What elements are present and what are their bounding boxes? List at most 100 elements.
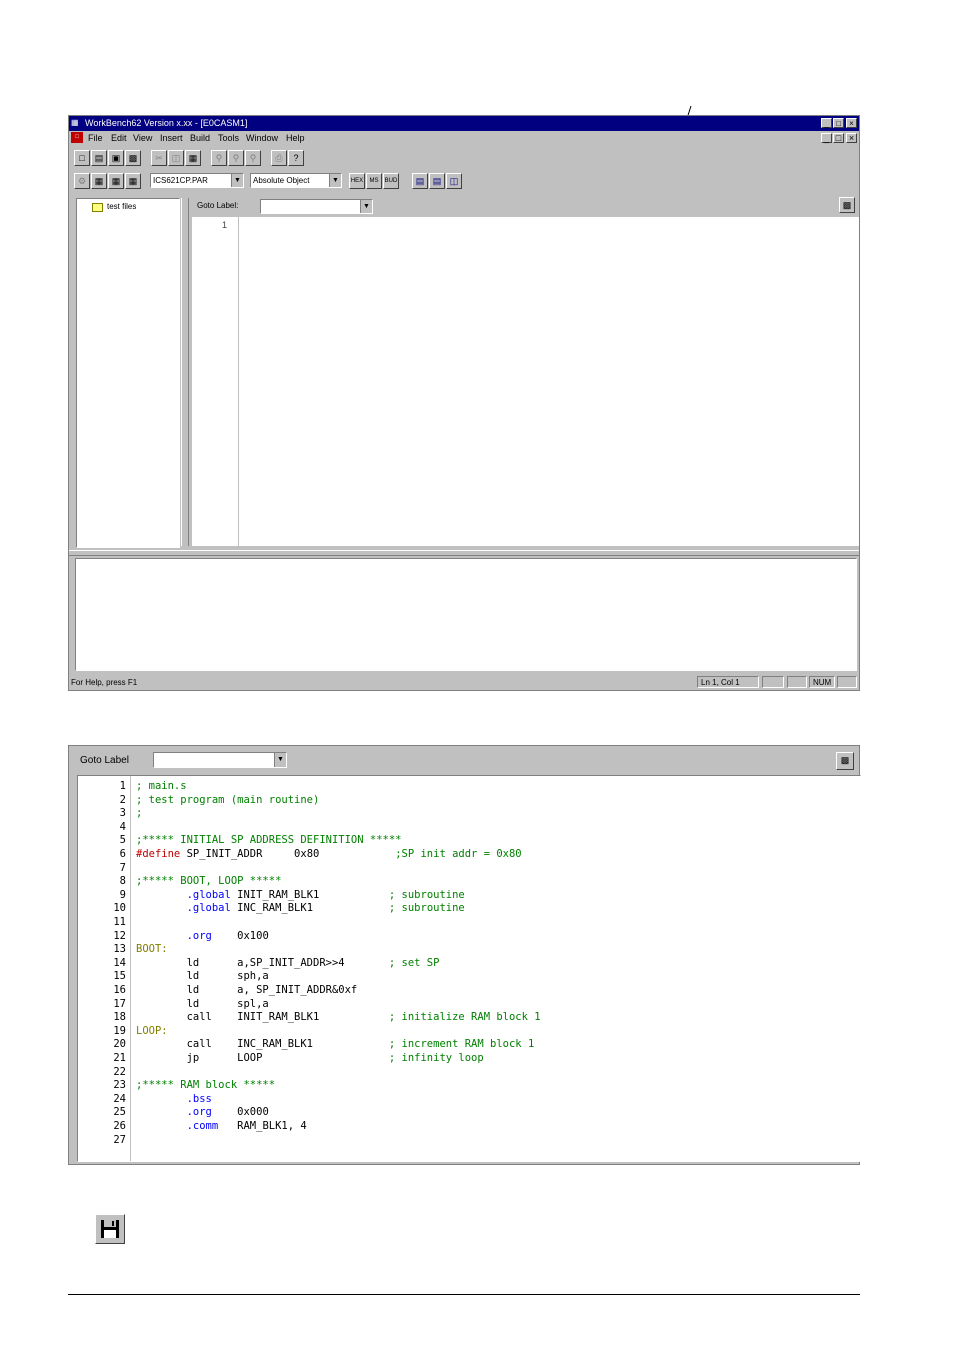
line-number: 17 (113, 997, 126, 1010)
output-pane[interactable] (75, 558, 857, 671)
debug-icon[interactable]: ▦ (125, 173, 141, 189)
code-line: 17 ld spl,a (78, 997, 848, 1011)
code-token: ;SP init addr = 0x80 (395, 848, 522, 860)
doc-close-button[interactable]: × (846, 133, 857, 143)
code-line: 16 ld a, SP_INIT_ADDR&0xf (78, 983, 848, 997)
cut-icon[interactable]: ✂ (151, 150, 167, 166)
chevron-down-icon[interactable]: ▼ (231, 174, 243, 187)
menu-window[interactable]: Window (246, 133, 278, 143)
line-number: 13 (113, 943, 126, 956)
line-number: 26 (113, 1120, 126, 1132)
line-number: 4 (119, 820, 126, 833)
line-number: 24 (113, 1092, 126, 1105)
code-token: ;***** INITIAL SP ADDRESS DEFINITION ***… (136, 834, 402, 847)
menu-tools[interactable]: Tools (218, 133, 239, 143)
chevron-down-icon[interactable]: ▼ (274, 753, 286, 767)
new-file-icon[interactable]: □ (74, 150, 90, 166)
code-token: .comm (186, 1120, 219, 1132)
code-text: ;***** BOOT, LOOP ***** (136, 874, 281, 888)
code-token: ; initialize RAM block 1 (388, 1011, 541, 1024)
doc-restore-button[interactable]: □ (833, 133, 844, 143)
maximize-button[interactable]: □ (833, 118, 844, 128)
close-button[interactable]: × (846, 118, 857, 128)
line-number: 25 (113, 1106, 126, 1119)
cascade-icon[interactable]: ▤ (412, 173, 428, 189)
code-token: ; subroutine (388, 902, 465, 915)
tree-item-test-files[interactable]: test files (107, 202, 136, 211)
minimize-button[interactable]: _ (821, 118, 832, 128)
save-all-icon[interactable]: ▩ (125, 150, 141, 166)
chevron-down-icon[interactable]: ▼ (360, 200, 372, 213)
line-number: 7 (119, 861, 126, 874)
code-editor-window: Goto Label ▼ ▩ 1 ; main.s 2 ; test program … (68, 745, 861, 1165)
line-number: 19 (113, 1024, 126, 1037)
parameter-file-value: ICS621CP.PAR (153, 176, 208, 185)
copy-icon[interactable]: ◫ (168, 150, 184, 166)
code-line: 27 (78, 1133, 848, 1147)
menu-insert[interactable]: Insert (160, 133, 183, 143)
code-text: ld a, SP_INIT_ADDR&0xf (136, 983, 358, 997)
find-icon[interactable]: ⚲ (211, 150, 227, 166)
source-editor[interactable]: 1 (192, 217, 859, 546)
tile-vertical-icon[interactable]: ◫ (446, 173, 462, 189)
save-icon[interactable]: ▣ (108, 150, 124, 166)
print-icon[interactable]: ⎙ (271, 150, 287, 166)
chevron-down-icon[interactable]: ▼ (329, 174, 341, 187)
open-folder-icon[interactable]: ▤ (91, 150, 107, 166)
save-icon[interactable] (95, 1214, 125, 1244)
clipboard-icon[interactable]: ▩ (836, 752, 854, 770)
code-text: ; main.s (136, 779, 187, 793)
tile-horizontal-icon[interactable]: ▤ (429, 173, 445, 189)
code-line: 12 .org 0x100 (78, 929, 848, 943)
title-bar: ▦ WorkBench62 Version x.xx - [E0CASM1] _… (69, 116, 859, 131)
code-text: LOOP: (136, 1024, 168, 1038)
parameter-file-select[interactable]: ICS621CP.PAR ▼ (150, 173, 244, 188)
splitter[interactable] (181, 198, 189, 546)
menu-file[interactable]: File (88, 133, 103, 143)
goto-label-text: Goto Label (80, 755, 129, 766)
build-icon[interactable]: ⚙ (74, 173, 90, 189)
goto-label-select[interactable]: ▼ (260, 199, 373, 214)
paste-icon[interactable]: ▦ (185, 150, 201, 166)
code-line: 10 .global INC_RAM_BLK1 ; subroutine (78, 901, 848, 915)
link-icon[interactable]: ▦ (108, 173, 124, 189)
hex-icon[interactable]: HEX (349, 173, 365, 189)
line-number: 8 (119, 875, 126, 888)
mask-icon[interactable]: MS (366, 173, 382, 189)
editor-header: Goto Label ▼ ▩ (69, 746, 859, 774)
code-token: INIT_RAM_BLK1 (230, 888, 389, 901)
code-token: ;***** BOOT, LOOP ***** (136, 875, 282, 888)
code-line: 5 ;***** INITIAL SP ADDRESS DEFINITION **… (78, 833, 848, 847)
line-number: 21 (113, 1052, 126, 1064)
menu-help[interactable]: Help (286, 133, 305, 143)
doc-minimize-button[interactable]: _ (821, 133, 832, 143)
code-line: 21 jp LOOP ; infinity loop (78, 1051, 848, 1065)
workspace-tree[interactable]: test files (76, 198, 180, 548)
build-mode-select[interactable]: Absolute Object ▼ (250, 173, 342, 188)
clipboard-icon[interactable]: ▩ (839, 197, 855, 213)
code-token: #define (136, 848, 181, 860)
code-token: .org (186, 929, 212, 942)
code-token: ; test program (main routine) (136, 793, 320, 806)
help-icon[interactable]: ? (288, 150, 304, 166)
find-next-icon[interactable]: ⚲ (228, 150, 244, 166)
line-number: 2 (119, 793, 126, 806)
goto-label-select[interactable]: ▼ (153, 752, 287, 768)
menu-edit[interactable]: Edit (111, 133, 127, 143)
window-title: WorkBench62 Version x.xx - [E0CASM1] (85, 118, 248, 128)
menu-build[interactable]: Build (190, 133, 210, 143)
replace-icon[interactable]: ⚲ (245, 150, 261, 166)
status-bar: For Help, press F1 Ln 1, Col 1 NUM (69, 674, 859, 690)
source-code-view[interactable]: 1; main.s 2; test program (main routine) 3… (77, 775, 861, 1162)
floppy-disk-icon (101, 1220, 119, 1238)
code-line: 26 .comm RAM_BLK1, 4 (78, 1119, 848, 1133)
assemble-icon[interactable]: ▦ (91, 173, 107, 189)
code-token: ; main.s (136, 780, 187, 792)
document-icon[interactable]: □ (71, 132, 83, 143)
menu-view[interactable]: View (133, 133, 152, 143)
code-line: 23 ;***** RAM block ***** (78, 1078, 848, 1092)
horizontal-splitter[interactable] (69, 550, 859, 556)
dump-icon[interactable]: BUD (383, 173, 399, 189)
